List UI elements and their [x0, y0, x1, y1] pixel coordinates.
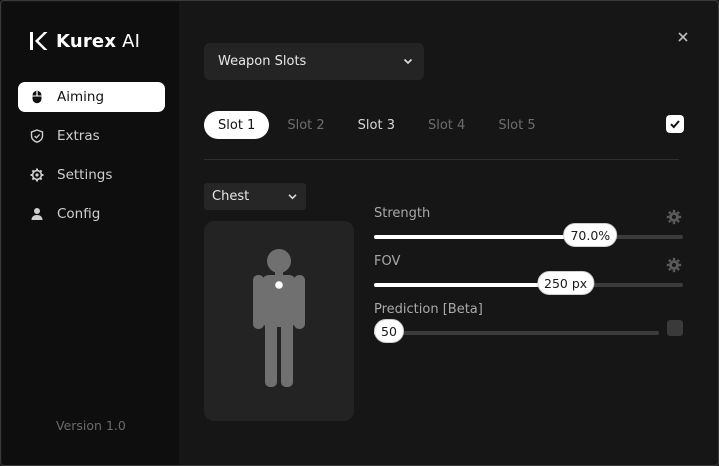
gear-icon: [29, 167, 45, 183]
body-target-preview: [204, 221, 354, 421]
tab-slot-2[interactable]: Slot 2: [287, 111, 324, 139]
divider: [204, 159, 679, 160]
body-silhouette-icon: [253, 249, 305, 387]
brand-strong: Kurex: [56, 30, 117, 52]
prediction-label: Prediction [Beta]: [374, 302, 483, 317]
shield-icon: [29, 128, 45, 144]
strength-settings-button[interactable]: [666, 209, 682, 225]
strength-slider[interactable]: 70.0%: [374, 223, 683, 247]
weapon-slots-value: Weapon Slots: [218, 54, 307, 69]
sidebar-item-label: Extras: [57, 128, 100, 144]
checkmark-icon: [670, 120, 680, 129]
sidebar-item-config[interactable]: Config: [18, 199, 165, 229]
fov-slider[interactable]: 250 px: [374, 271, 683, 295]
gear-icon: [666, 209, 682, 225]
strength-slider-thumb[interactable]: 70.0%: [563, 223, 618, 247]
fov-slider-thumb[interactable]: 250 px: [536, 271, 595, 295]
sidebar-item-label: Settings: [57, 167, 113, 183]
sidebar: Kurex AI Aiming Extras Settings Config V…: [2, 2, 179, 465]
user-icon: [29, 206, 45, 222]
tab-slot-4[interactable]: Slot 4: [428, 111, 465, 139]
chevron-down-icon: [403, 58, 413, 65]
tab-slot-1[interactable]: Slot 1: [204, 111, 270, 139]
weapon-slots-dropdown[interactable]: Weapon Slots: [204, 43, 424, 80]
close-button[interactable]: [674, 28, 692, 46]
slot-tabs: Slot 1 Slot 2 Slot 3 Slot 4 Slot 5: [204, 111, 536, 139]
strength-slider-fill: [374, 235, 591, 239]
sidebar-item-settings[interactable]: Settings: [18, 160, 165, 190]
brand-light: AI: [116, 30, 141, 52]
sidebar-item-extras[interactable]: Extras: [18, 121, 165, 151]
sidebar-item-label: Aiming: [57, 89, 105, 105]
app-title: Kurex AI: [56, 31, 140, 52]
version-label: Version 1.0: [56, 418, 126, 433]
prediction-slider[interactable]: 50: [374, 319, 659, 343]
sidebar-item-label: Config: [57, 206, 101, 222]
target-bone-dropdown[interactable]: Chest: [204, 183, 306, 210]
gear-icon: [666, 257, 682, 273]
chevron-down-icon: [288, 194, 297, 200]
prediction-enabled-checkbox[interactable]: [667, 320, 683, 336]
mouse-icon: [29, 89, 45, 105]
sidebar-nav: Aiming Extras Settings Config: [18, 82, 165, 238]
tab-slot-3[interactable]: Slot 3: [358, 111, 395, 139]
app-window: Kurex AI Aiming Extras Settings Config V…: [0, 0, 719, 466]
slot-enabled-checkbox[interactable]: [666, 115, 684, 133]
close-icon: [678, 32, 688, 42]
prediction-slider-thumb[interactable]: 50: [374, 319, 404, 343]
tab-slot-5[interactable]: Slot 5: [498, 111, 535, 139]
strength-label: Strength: [374, 206, 431, 221]
fov-label: FOV: [374, 254, 401, 269]
target-bone-value: Chest: [212, 189, 250, 204]
kurex-logo-icon: [30, 32, 48, 50]
logo: Kurex AI: [28, 30, 140, 52]
fov-settings-button[interactable]: [666, 257, 682, 273]
sidebar-item-aiming[interactable]: Aiming: [18, 82, 165, 112]
